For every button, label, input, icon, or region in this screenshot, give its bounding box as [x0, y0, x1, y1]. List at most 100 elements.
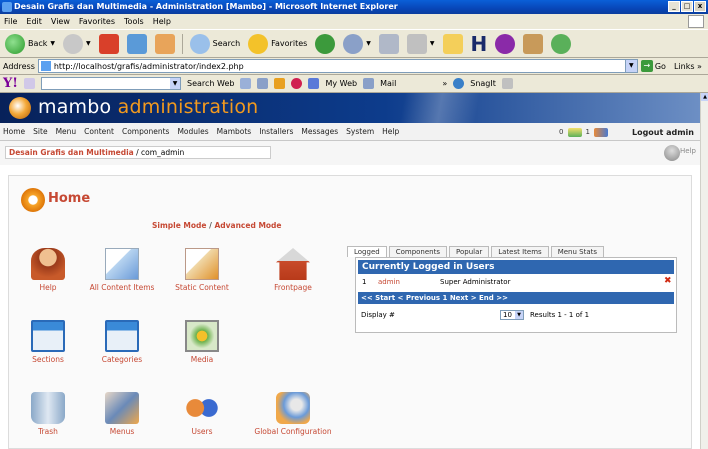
- house-icon: [276, 248, 310, 280]
- cpanel-menus[interactable]: Menus: [80, 392, 164, 436]
- help-icon[interactable]: [664, 145, 680, 161]
- simple-mode-link[interactable]: Simple Mode: [152, 221, 207, 230]
- yahoo-logo[interactable]: Y!: [3, 76, 18, 91]
- tab-menu-stats[interactable]: Menu Stats: [550, 246, 605, 257]
- nav-mambots[interactable]: Mambots: [217, 127, 252, 136]
- help-link[interactable]: Help: [680, 147, 696, 155]
- stop-button[interactable]: [97, 32, 121, 56]
- plus-icon[interactable]: [274, 78, 286, 89]
- back-arrow-icon: [5, 33, 25, 54]
- mail-button[interactable]: Mail: [380, 79, 396, 88]
- history-icon: [343, 33, 364, 54]
- my-web-button[interactable]: My Web: [325, 79, 357, 88]
- nav-site[interactable]: Site: [33, 127, 47, 136]
- mail-icon: [378, 33, 399, 54]
- menus-icon: [105, 392, 139, 424]
- menu-file[interactable]: File: [4, 17, 17, 26]
- nav-system[interactable]: System: [346, 127, 374, 136]
- chevron-down-icon[interactable]: ▼: [170, 78, 180, 89]
- messenger-button[interactable]: [493, 32, 517, 56]
- tab-components[interactable]: Components: [388, 246, 447, 257]
- delete-x-icon[interactable]: ✖: [664, 276, 672, 287]
- users-online-icon[interactable]: [593, 127, 608, 137]
- tool-button[interactable]: [521, 32, 545, 56]
- chevron-down-icon: ▼: [515, 311, 523, 319]
- people-button[interactable]: [549, 32, 573, 56]
- tab-latest-items[interactable]: Latest Items: [491, 246, 549, 257]
- nav-components[interactable]: Components: [122, 127, 169, 136]
- cpanel-all-content[interactable]: All Content Items: [80, 248, 164, 292]
- home-button[interactable]: [153, 32, 177, 56]
- scroll-up-icon[interactable]: ▲: [701, 93, 708, 101]
- display-count-value: 10: [503, 311, 512, 319]
- breadcrumb-site[interactable]: Desain Grafis dan Multimedia: [9, 148, 134, 157]
- pagination[interactable]: << Start < Previous 1 Next > End >>: [358, 292, 674, 304]
- address-input[interactable]: http://localhost/grafis/administrator/in…: [37, 59, 638, 73]
- nav-messages[interactable]: Messages: [301, 127, 338, 136]
- snagit-button[interactable]: SnagIt: [470, 79, 496, 88]
- back-button[interactable]: Back ▼: [3, 32, 57, 56]
- cpanel-help[interactable]: Help: [6, 248, 90, 292]
- favorites-button[interactable]: Favorites: [246, 32, 309, 56]
- menu-favorites[interactable]: Favorites: [79, 17, 115, 26]
- cpanel-sections[interactable]: Sections: [6, 320, 90, 364]
- circle-icon[interactable]: [291, 78, 303, 89]
- search-web-button[interactable]: Search Web: [187, 79, 234, 88]
- menu-tools[interactable]: Tools: [124, 17, 144, 26]
- search-button[interactable]: Search: [188, 32, 242, 56]
- messages-icon[interactable]: [567, 127, 582, 137]
- edit-document-icon: [105, 248, 139, 280]
- cpanel-static-content[interactable]: Static Content: [160, 248, 244, 292]
- close-button[interactable]: x: [694, 1, 706, 12]
- cpanel-global-config[interactable]: Global Configuration: [251, 392, 335, 436]
- cpanel-menus-label: Menus: [109, 427, 135, 436]
- h-icon: H: [470, 31, 488, 56]
- toolbar-separator: [181, 33, 183, 54]
- tab-logged[interactable]: Logged: [347, 246, 387, 257]
- media-button[interactable]: [313, 32, 337, 56]
- h-button[interactable]: H: [469, 32, 490, 56]
- cpanel-media[interactable]: Media: [160, 320, 244, 364]
- pencil-icon[interactable]: [24, 78, 35, 89]
- links-button[interactable]: Links »: [674, 62, 702, 71]
- address-url: http://localhost/grafis/administrator/in…: [53, 61, 244, 71]
- cpanel-trash[interactable]: Trash: [6, 392, 90, 436]
- nav-home[interactable]: Home: [3, 127, 25, 136]
- nav-modules[interactable]: Modules: [177, 127, 208, 136]
- history-button[interactable]: ▼: [341, 32, 373, 56]
- print-button[interactable]: ▼: [405, 32, 437, 56]
- cpanel-categories[interactable]: Categories: [80, 320, 164, 364]
- menu-edit[interactable]: Edit: [26, 17, 42, 26]
- highlight-icon[interactable]: [240, 78, 252, 89]
- nav-menu[interactable]: Menu: [56, 127, 77, 136]
- capture-icon[interactable]: [501, 78, 513, 89]
- cpanel-frontpage[interactable]: Frontpage: [251, 248, 335, 292]
- mail-button[interactable]: [377, 32, 401, 56]
- minimize-button[interactable]: _: [668, 1, 680, 12]
- row-username[interactable]: admin: [378, 276, 400, 288]
- go-button[interactable]: → Go: [640, 60, 666, 72]
- advanced-mode-link[interactable]: Advanced Mode: [214, 221, 281, 230]
- forward-button[interactable]: ▼: [61, 32, 93, 56]
- yahoo-search-input[interactable]: ▼: [41, 77, 181, 90]
- menu-help[interactable]: Help: [153, 17, 171, 26]
- more-chevron-icon[interactable]: »: [442, 79, 447, 88]
- vertical-scrollbar[interactable]: ▲: [700, 93, 708, 449]
- display-count-select[interactable]: 10 ▼: [500, 310, 524, 320]
- menu-view[interactable]: View: [51, 17, 70, 26]
- chevron-down-icon[interactable]: ▼: [624, 60, 637, 72]
- tab-popular[interactable]: Popular: [449, 246, 490, 257]
- page-content: mambo administration Home Site Menu Cont…: [0, 93, 700, 449]
- chevron-down-icon: ▼: [86, 40, 91, 47]
- folder-button[interactable]: [441, 32, 465, 56]
- snagit-icon: [453, 78, 465, 89]
- cpanel-users[interactable]: Users: [160, 392, 244, 436]
- nav-help[interactable]: Help: [382, 127, 399, 136]
- refresh-button[interactable]: [125, 32, 149, 56]
- logout-link[interactable]: Logout admin: [632, 128, 694, 137]
- nav-installers[interactable]: Installers: [259, 127, 293, 136]
- refresh-icon: [126, 33, 147, 54]
- nav-content[interactable]: Content: [84, 127, 114, 136]
- maximize-button[interactable]: □: [681, 1, 693, 12]
- list-icon[interactable]: [257, 78, 269, 89]
